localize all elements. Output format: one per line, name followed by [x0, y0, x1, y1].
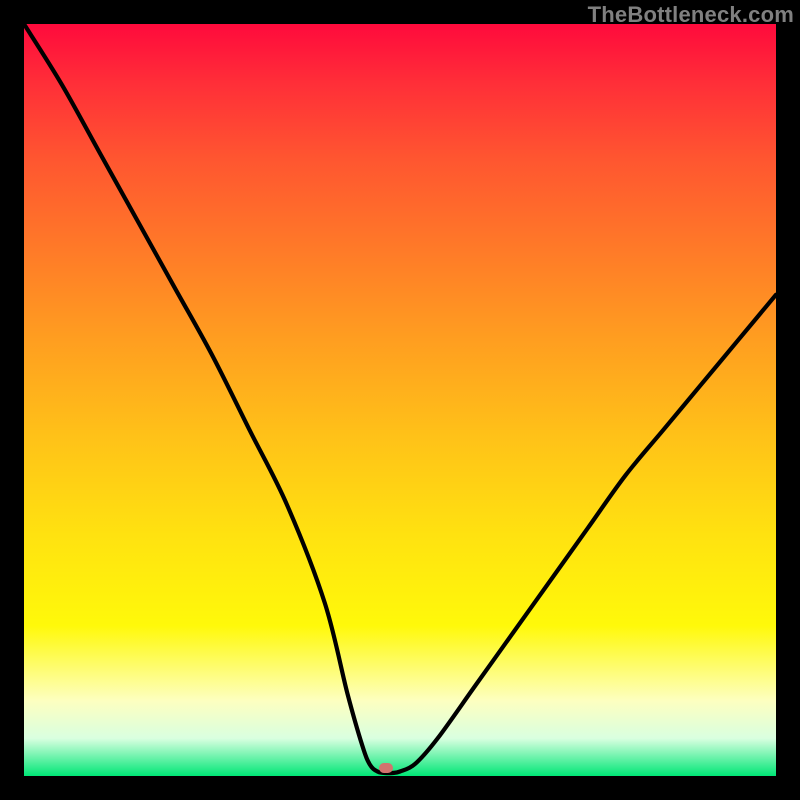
bottleneck-curve [24, 24, 776, 773]
curve-svg [24, 24, 776, 776]
optimal-point-marker [379, 763, 393, 773]
plot-area [24, 24, 776, 776]
chart-frame: TheBottleneck.com [0, 0, 800, 800]
